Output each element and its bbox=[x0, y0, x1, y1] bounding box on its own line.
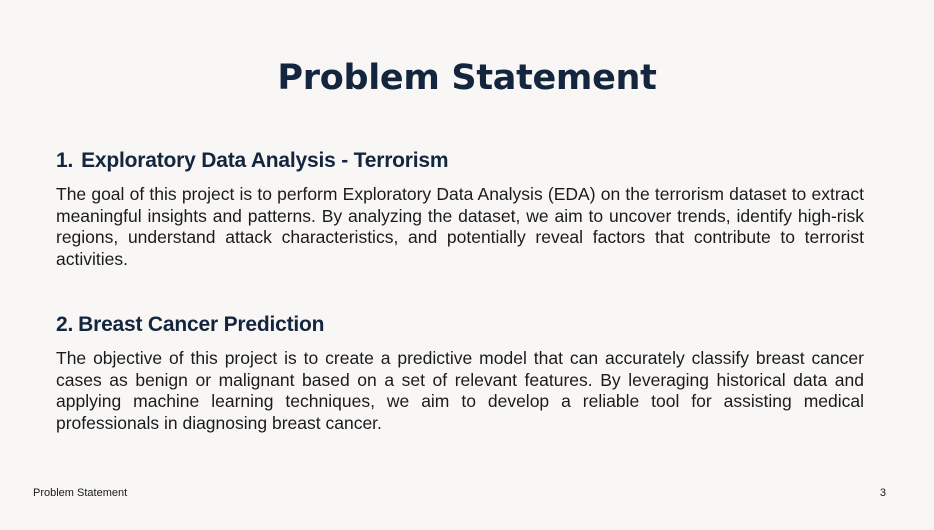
section-heading: 1. Exploratory Data Analysis - Terrorism bbox=[56, 148, 864, 174]
section-title: Exploratory Data Analysis - Terrorism bbox=[81, 149, 449, 172]
section-number: 2. bbox=[56, 313, 74, 336]
section-body: The objective of this project is to crea… bbox=[56, 348, 864, 433]
section-eda-terrorism: 1. Exploratory Data Analysis - Terrorism … bbox=[56, 148, 864, 270]
section-number: 1. bbox=[56, 149, 74, 172]
section-heading: 2. Breast Cancer Prediction bbox=[56, 312, 864, 338]
page-number: 3 bbox=[879, 487, 886, 499]
section-title: Breast Cancer Prediction bbox=[78, 313, 325, 336]
footer-label: Problem Statement bbox=[33, 487, 128, 499]
section-body: The goal of this project is to perform E… bbox=[56, 184, 864, 269]
slide-title: Problem Statement bbox=[277, 58, 657, 98]
section-breast-cancer: 2. Breast Cancer Prediction The objective… bbox=[56, 312, 864, 434]
